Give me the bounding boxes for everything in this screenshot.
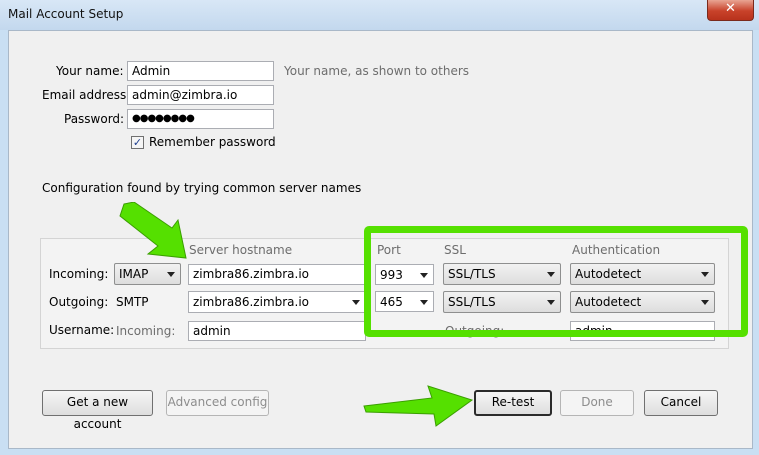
username-outgoing-field[interactable]: admin: [570, 321, 715, 341]
email-field[interactable]: admin@zimbra.io: [127, 85, 274, 105]
title-bar: Mail Account Setup ✕: [0, 0, 759, 30]
col-header-ssl: SSL: [444, 243, 466, 257]
name-field[interactable]: Admin: [127, 61, 274, 81]
outgoing-auth-value: Autodetect: [575, 295, 642, 309]
chevron-down-icon: [352, 300, 360, 305]
name-label: Your name:: [56, 64, 124, 78]
outgoing-ssl-select[interactable]: SSL/TLS: [443, 291, 561, 313]
outgoing-protocol: SMTP: [116, 295, 149, 309]
incoming-port-field[interactable]: 993: [375, 264, 434, 285]
username-incoming-label: Incoming:: [116, 324, 176, 338]
col-header-auth: Authentication: [572, 243, 661, 257]
outgoing-hostname-value: zimbra86.zimbra.io: [193, 295, 310, 309]
outgoing-auth-select[interactable]: Autodetect: [570, 291, 715, 313]
username-outgoing-label: Outgoing:: [445, 324, 505, 338]
outgoing-label: Outgoing:: [49, 295, 109, 309]
col-header-port: Port: [377, 243, 401, 257]
chevron-down-icon: [547, 300, 555, 305]
retest-button[interactable]: Re-test: [474, 390, 552, 416]
incoming-ssl-value: SSL/TLS: [448, 267, 496, 281]
remember-label: Remember password: [149, 135, 276, 149]
name-hint: Your name, as shown to others: [284, 64, 470, 78]
outgoing-hostname-select[interactable]: zimbra86.zimbra.io: [188, 291, 366, 313]
window-title: Mail Account Setup: [8, 7, 124, 21]
incoming-ssl-select[interactable]: SSL/TLS: [443, 263, 561, 285]
checkmark-icon: ✓: [132, 136, 143, 149]
done-button[interactable]: Done: [560, 390, 634, 416]
col-header-hostname: Server hostname: [189, 243, 293, 257]
annotation-arrow-icon: [119, 202, 187, 259]
cancel-button[interactable]: Cancel: [644, 390, 718, 416]
chevron-down-icon: [701, 300, 709, 305]
remember-checkbox[interactable]: ✓: [131, 136, 144, 149]
status-text: Configuration found by trying common ser…: [42, 181, 362, 195]
incoming-hostname-field[interactable]: zimbra86.zimbra.io: [188, 264, 366, 285]
outgoing-port-field[interactable]: 465: [375, 291, 434, 312]
outgoing-port-value: 465: [380, 295, 403, 309]
annotation-arrow-icon: [363, 385, 474, 427]
chevron-down-icon: [420, 300, 428, 305]
password-label: Password:: [64, 112, 125, 126]
username-label: Username:: [49, 323, 115, 337]
incoming-protocol-value: IMAP: [119, 267, 149, 281]
username-incoming-field[interactable]: admin: [188, 321, 366, 341]
outgoing-ssl-value: SSL/TLS: [448, 295, 496, 309]
incoming-auth-value: Autodetect: [575, 267, 642, 281]
chevron-down-icon: [547, 272, 555, 277]
advanced-config-button[interactable]: Advanced config: [166, 390, 269, 416]
password-field[interactable]: ●●●●●●●●: [127, 109, 274, 129]
chevron-down-icon: [701, 272, 709, 277]
chevron-down-icon: [167, 272, 175, 277]
incoming-auth-select[interactable]: Autodetect: [570, 263, 715, 285]
chevron-down-icon: [420, 273, 428, 278]
close-button[interactable]: ✕: [707, 0, 754, 21]
get-new-account-button[interactable]: Get a new account: [42, 390, 153, 431]
close-icon: ✕: [725, 1, 736, 16]
incoming-label: Incoming:: [49, 267, 109, 281]
incoming-port-value: 993: [380, 268, 403, 282]
email-label: Email address:: [42, 88, 131, 102]
incoming-protocol-select[interactable]: IMAP: [114, 263, 181, 285]
